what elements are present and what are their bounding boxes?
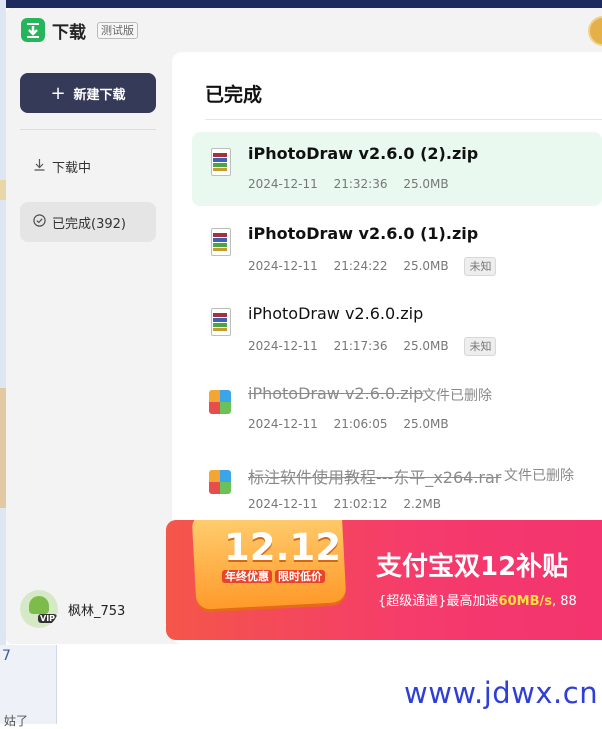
- file-meta: 2024-12-11 21:32:36 25.0MB: [248, 177, 449, 191]
- file-date: 2024-12-11: [248, 497, 318, 511]
- download-arrow-icon: [32, 158, 46, 174]
- file-row[interactable]: iPhotoDraw v2.6.0.zip 2024-12-11 21:17:3…: [192, 292, 602, 366]
- file-time: 21:06:05: [333, 417, 388, 431]
- file-size: 25.0MB: [403, 177, 449, 191]
- file-size: 25.0MB: [403, 417, 449, 431]
- file-name: 标注软件使用教程---东平_x264.rar: [248, 468, 502, 487]
- user-profile[interactable]: VIP 枫林_753: [20, 588, 125, 630]
- sidebar-item-completed[interactable]: 已完成(392): [20, 202, 156, 242]
- new-download-label: 新建下载: [73, 87, 126, 103]
- promo-line: {超级通道}最高加速60MB/s, 88: [378, 590, 577, 609]
- file-row[interactable]: iPhotoDraw v2.6.0 (2).zip 2024-12-11 21:…: [192, 132, 602, 206]
- file-date: 2024-12-11: [248, 339, 318, 353]
- background-text: 姑了: [4, 714, 29, 728]
- file-meta: 2024-12-11 21:24:22 25.0MB 未知: [248, 257, 497, 276]
- promo-tag: 年终优惠: [222, 570, 272, 583]
- file-date: 2024-12-11: [248, 177, 318, 191]
- deleted-status: 文件已删除: [422, 388, 492, 404]
- unknown-tag: 未知: [464, 337, 497, 356]
- title-divider: [205, 119, 602, 120]
- file-time: 21:24:22: [333, 259, 388, 273]
- file-time: 21:32:36: [333, 177, 388, 191]
- promo-tags: 年终优惠 限时低价: [222, 568, 328, 584]
- file-meta: 2024-12-11 21:06:05 25.0MB: [248, 417, 449, 431]
- zip-file-icon: [209, 308, 231, 336]
- check-circle-icon: [32, 214, 46, 230]
- page-title: 已完成: [205, 84, 263, 106]
- sidebar-divider: [20, 129, 156, 130]
- zip-file-icon: [209, 228, 231, 256]
- promo-line-suffix: , 88: [551, 594, 577, 609]
- background-number: 7: [2, 648, 11, 664]
- app-title: 下载: [52, 23, 86, 43]
- file-date: 2024-12-11: [248, 259, 318, 273]
- promo-number: 12.12: [224, 526, 342, 569]
- sidebar-item-downloading[interactable]: 下载中: [20, 146, 156, 186]
- vip-badge: VIP: [38, 614, 58, 623]
- unknown-tag: 未知: [464, 257, 497, 276]
- file-meta: 2024-12-11 21:02:12 2.2MB: [248, 497, 441, 511]
- file-time: 21:17:36: [333, 339, 388, 353]
- promo-speed: 60MB/s: [498, 594, 552, 609]
- desktop-top-bar: [0, 0, 602, 8]
- new-download-button[interactable]: + 新建下载: [20, 73, 156, 113]
- promo-headline: 支付宝双12补贴: [376, 552, 569, 582]
- file-meta: 2024-12-11 21:17:36 25.0MB 未知: [248, 337, 497, 356]
- user-name: 枫林_753: [68, 603, 126, 619]
- profile-avatar-icon[interactable]: [588, 16, 602, 46]
- deleted-status: 文件已删除: [504, 468, 574, 484]
- file-size: 25.0MB: [403, 339, 449, 353]
- file-size: 2.2MB: [403, 497, 441, 511]
- file-date: 2024-12-11: [248, 417, 318, 431]
- file-name: iPhotoDraw v2.6.0 (1).zip: [248, 224, 479, 243]
- zip-file-icon: [209, 148, 231, 176]
- file-row[interactable]: iPhotoDraw v2.6.0 (1).zip 2024-12-11 21:…: [192, 212, 602, 286]
- deleted-file-icon: [209, 468, 231, 494]
- avatar: VIP: [20, 590, 58, 628]
- promo-line-prefix: {超级通道}最高加速: [378, 594, 499, 609]
- beta-badge: 测试版: [97, 22, 138, 39]
- sidebar-item-label: 已完成(392): [52, 216, 126, 232]
- file-time: 21:02:12: [333, 497, 388, 511]
- watermark: www.jdwx.cn: [404, 676, 599, 710]
- promo-tag: 限时低价: [275, 570, 325, 583]
- file-name: iPhotoDraw v2.6.0 (2).zip: [248, 144, 479, 163]
- sidebar-item-label: 下载中: [52, 160, 92, 176]
- file-name: iPhotoDraw v2.6.0.zip: [248, 384, 424, 403]
- promo-banner[interactable]: 12.12 年终优惠 限时低价 支付宝双12补贴 {超级通道}最高加速60MB/s…: [166, 520, 602, 640]
- file-name: iPhotoDraw v2.6.0.zip: [248, 304, 424, 323]
- download-app-icon: [21, 18, 45, 42]
- android-avatar-icon: [29, 596, 49, 614]
- deleted-file-icon: [209, 388, 231, 414]
- file-size: 25.0MB: [403, 259, 449, 273]
- file-row[interactable]: iPhotoDraw v2.6.0.zip 文件已删除 2024-12-11 2…: [192, 372, 602, 446]
- file-row[interactable]: 标注软件使用教程---东平_x264.rar 文件已删除 2024-12-11 …: [192, 452, 602, 526]
- title-bar: 下载 测试版: [6, 8, 602, 52]
- plus-icon: +: [50, 82, 66, 104]
